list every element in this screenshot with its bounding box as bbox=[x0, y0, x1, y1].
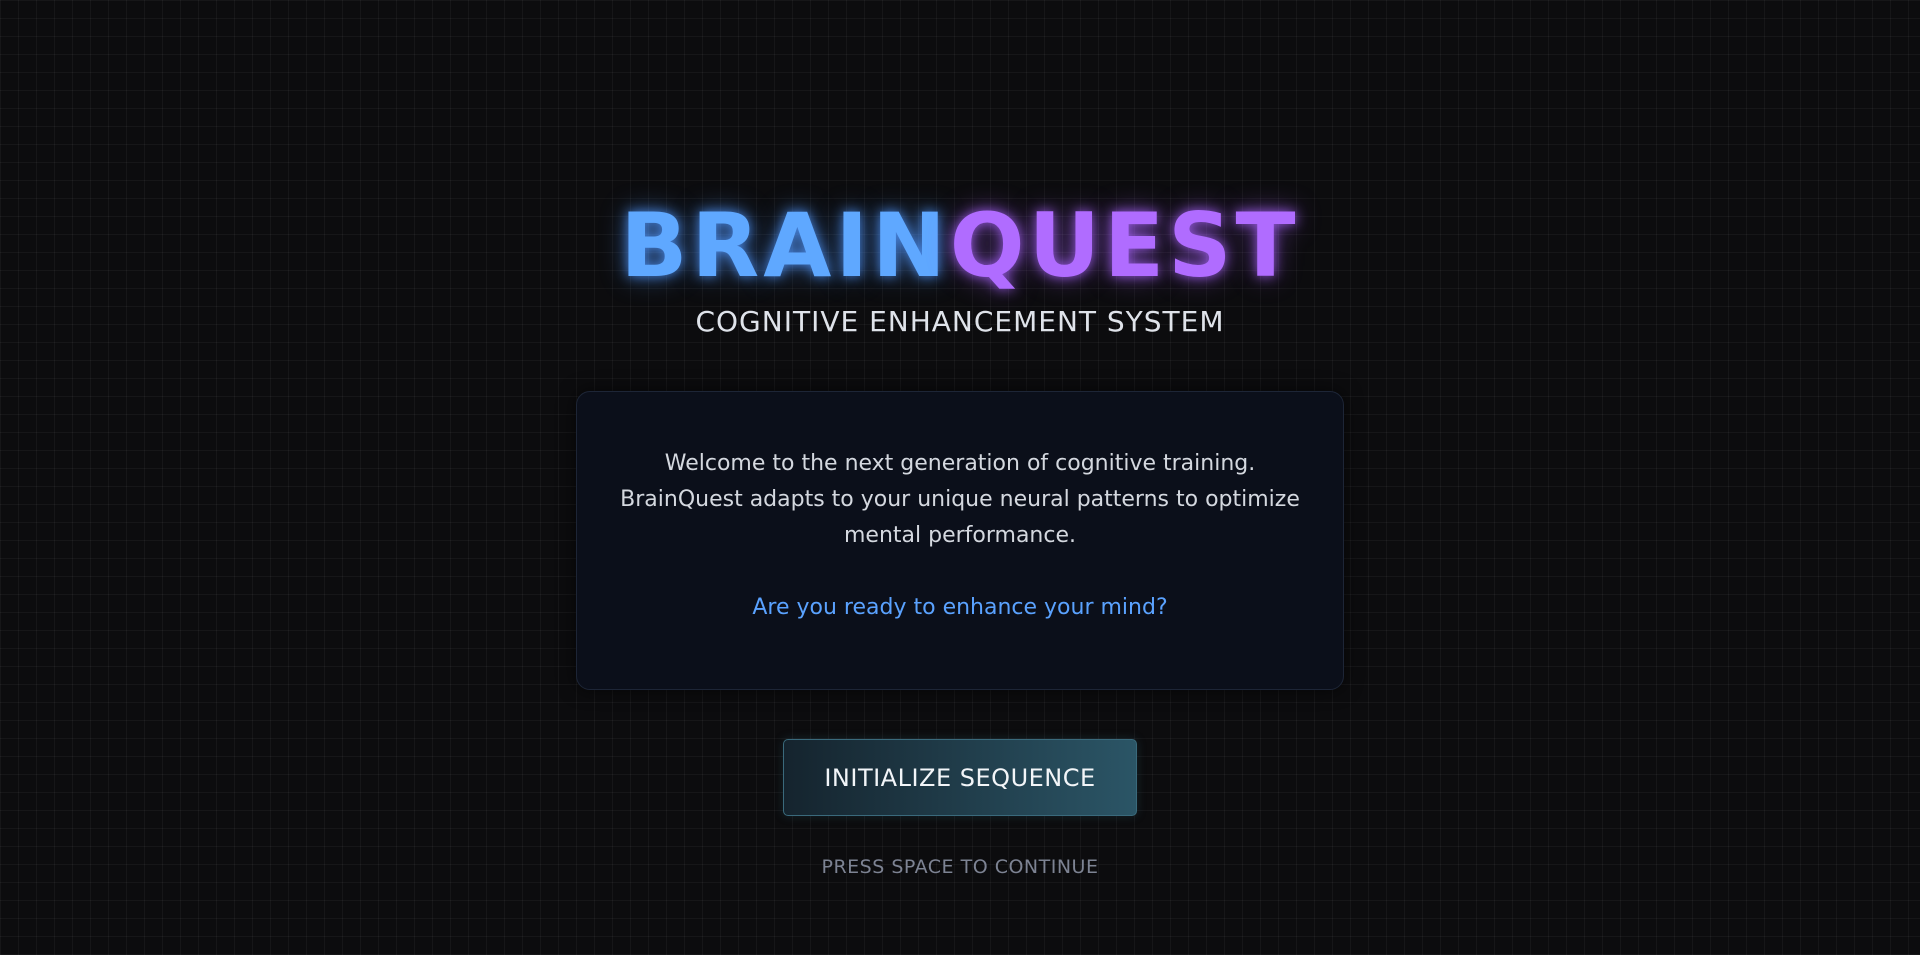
intro-card: Welcome to the next generation of cognit… bbox=[576, 391, 1344, 690]
initialize-sequence-button[interactable]: INITIALIZE SEQUENCE bbox=[783, 739, 1137, 816]
app-subtitle: COGNITIVE ENHANCEMENT SYSTEM bbox=[695, 305, 1225, 338]
app-logo: BRAINQUEST bbox=[0, 196, 1920, 296]
logo-brain-text: BRAIN bbox=[620, 194, 950, 297]
intro-question: Are you ready to enhance your mind? bbox=[752, 595, 1168, 620]
intro-text: Welcome to the next generation of cognit… bbox=[620, 451, 1300, 548]
press-space-hint: PRESS SPACE TO CONTINUE bbox=[821, 856, 1099, 878]
logo-quest-text: QUEST bbox=[949, 194, 1300, 297]
